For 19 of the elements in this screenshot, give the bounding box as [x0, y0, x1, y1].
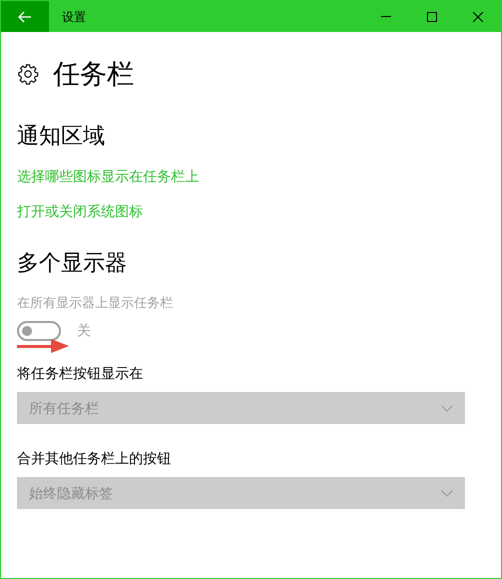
minimize-icon — [381, 16, 391, 17]
toggle-state-text: 关 — [77, 321, 91, 340]
back-button[interactable] — [1, 1, 49, 32]
chevron-down-icon — [441, 404, 453, 412]
chevron-down-icon — [441, 490, 453, 496]
maximize-icon — [427, 12, 437, 22]
page-title: 任务栏 — [53, 58, 134, 91]
settings-link[interactable]: 打开或关闭系统图标 — [17, 200, 143, 222]
section-heading: 多个显示器 — [17, 248, 128, 276]
section-heading: 通知区域 — [17, 122, 106, 150]
toggle-label: 在所有显示器上显示任务栏 — [17, 294, 174, 312]
window-title: 设置 — [62, 8, 86, 26]
back-arrow-icon — [18, 10, 32, 22]
annotation-arrow-icon — [17, 339, 69, 353]
gear-icon — [17, 63, 39, 86]
dropdown-label: 将任务栏按钮显示在 — [17, 364, 144, 383]
dropdown-label: 合并其他任务栏上的按钮 — [17, 449, 172, 468]
close-icon — [473, 12, 483, 22]
settings-link[interactable]: 选择哪些图标显示在任务栏上 — [17, 166, 199, 186]
